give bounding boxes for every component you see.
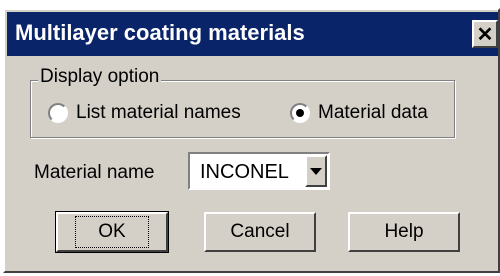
close-button[interactable]: ✕ bbox=[472, 20, 498, 48]
cancel-button-label: Cancel bbox=[230, 221, 290, 242]
help-button[interactable]: Help bbox=[348, 212, 460, 252]
radio-button-unchecked[interactable] bbox=[48, 103, 68, 123]
radio-dot-icon bbox=[296, 109, 304, 117]
ok-button[interactable]: OK bbox=[55, 211, 169, 253]
radio-list-material-names[interactable]: List material names bbox=[48, 102, 241, 124]
radio-material-data[interactable]: Material data bbox=[290, 102, 428, 124]
material-name-label: Material name bbox=[34, 162, 155, 183]
title-bar: Multilayer coating materials ✕ bbox=[7, 12, 498, 56]
material-name-dropdown[interactable]: INCONEL bbox=[188, 152, 330, 190]
dropdown-arrow-button[interactable] bbox=[305, 155, 327, 187]
help-button-label: Help bbox=[384, 221, 424, 242]
close-icon: ✕ bbox=[476, 23, 494, 46]
material-name-value: INCONEL bbox=[200, 161, 289, 183]
radio-label-material-data: Material data bbox=[318, 102, 428, 123]
display-option-legend: Display option bbox=[38, 66, 162, 88]
ok-button-label: OK bbox=[75, 216, 149, 248]
window-title: Multilayer coating materials bbox=[15, 20, 305, 45]
chevron-down-icon bbox=[310, 167, 322, 175]
cancel-button[interactable]: Cancel bbox=[204, 212, 316, 252]
radio-button-checked[interactable] bbox=[290, 103, 310, 123]
radio-label-list-material-names: List material names bbox=[76, 102, 241, 123]
